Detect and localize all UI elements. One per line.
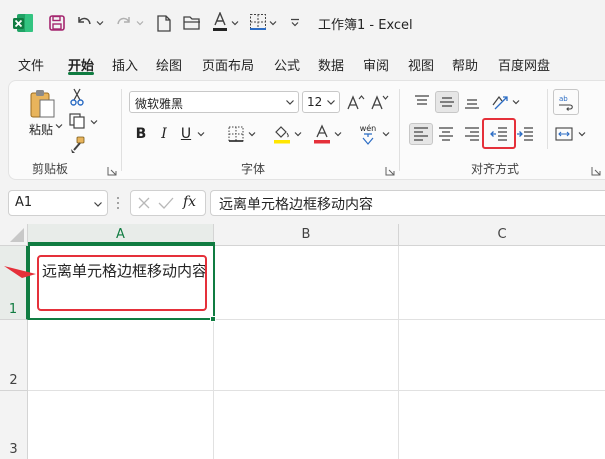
column-gridline (398, 246, 399, 459)
font-size-dropdown-icon[interactable] (326, 96, 336, 108)
text-color-icon[interactable] (311, 123, 333, 145)
tab-help[interactable]: 帮助 (452, 55, 478, 74)
tab-draw[interactable]: 绘图 (156, 55, 182, 74)
active-tab-indicator (68, 72, 94, 75)
row-header-1[interactable]: 1 (0, 246, 28, 320)
increase-indent-icon[interactable] (513, 123, 537, 145)
fill-color-icon[interactable] (271, 123, 293, 145)
phonetic-dropdown-icon[interactable] (381, 127, 391, 141)
bottom-align-icon[interactable] (461, 91, 483, 113)
underline-button[interactable]: U (176, 123, 196, 145)
border-icon[interactable] (225, 123, 247, 145)
enter-icon[interactable] (158, 196, 174, 210)
name-box[interactable]: A1 (8, 190, 108, 216)
fill-handle[interactable] (210, 316, 216, 322)
tab-page-layout[interactable]: 页面布局 (202, 55, 254, 74)
orientation-icon[interactable] (489, 90, 511, 114)
column-header-c[interactable]: C (399, 224, 605, 246)
open-folder-icon[interactable] (182, 13, 202, 33)
middle-align-icon[interactable] (435, 91, 459, 113)
increase-font-size-icon[interactable] (345, 91, 367, 113)
merge-dropdown-icon[interactable] (577, 127, 587, 141)
font-size-value: 12 (307, 95, 323, 109)
tab-file[interactable]: 文件 (18, 55, 44, 74)
top-align-icon[interactable] (411, 91, 433, 113)
formula-input[interactable]: 远离单元格边框移动内容 (210, 190, 605, 216)
select-all-corner[interactable] (0, 224, 28, 246)
paste-icon[interactable] (27, 87, 57, 121)
align-left-icon[interactable] (409, 123, 433, 145)
redo-icon[interactable] (114, 13, 134, 33)
svg-text:ab: ab (559, 95, 568, 103)
underline-dropdown-icon[interactable] (196, 127, 206, 141)
new-file-icon[interactable] (155, 13, 173, 33)
bold-button[interactable]: B (131, 123, 151, 145)
group-separator (547, 89, 548, 149)
formula-bar-splitter-icon[interactable] (116, 196, 122, 210)
font-name-combo[interactable]: 微软雅黑 (129, 91, 299, 113)
wrap-text-icon[interactable]: ab (553, 89, 579, 115)
font-name-dropdown-icon[interactable] (285, 96, 295, 108)
border-dropdown-icon[interactable] (247, 127, 257, 141)
customize-toolbar-icon[interactable] (288, 14, 302, 32)
title-bar: 工作簿1 - Excel (0, 0, 605, 46)
decrease-font-size-icon[interactable] (369, 91, 391, 113)
copy-dropdown-icon[interactable] (89, 115, 99, 129)
paste-label[interactable]: 粘贴 (29, 121, 53, 138)
name-box-dropdown-icon[interactable] (93, 198, 103, 208)
undo-dropdown-icon[interactable] (95, 14, 105, 32)
redo-dropdown-icon[interactable] (135, 14, 145, 32)
insert-function-button[interactable]: fx (183, 194, 196, 210)
undo-icon[interactable] (74, 13, 94, 33)
decrease-indent-highlight (482, 118, 516, 149)
align-right-icon[interactable] (461, 123, 483, 145)
borders-icon[interactable] (248, 12, 268, 32)
cancel-icon[interactable] (137, 196, 151, 210)
formula-bar: A1 fx 远离单元格边框移动内容 (0, 186, 605, 220)
column-header-b[interactable]: B (214, 224, 399, 246)
clipboard-launcher-icon[interactable] (107, 165, 117, 176)
cut-icon[interactable] (67, 87, 87, 107)
clipboard-group-label: 剪贴板 (32, 162, 69, 176)
borders-dropdown-icon[interactable] (268, 14, 278, 32)
row-header-3[interactable]: 3 (0, 391, 28, 459)
fill-color-dropdown-icon[interactable] (293, 127, 303, 141)
italic-button[interactable]: I (154, 123, 174, 145)
format-painter-icon[interactable] (67, 135, 87, 155)
paste-dropdown-icon[interactable] (54, 119, 64, 133)
excel-logo-icon (12, 12, 34, 34)
font-group-label: 字体 (241, 162, 266, 176)
font-size-combo[interactable]: 12 (302, 91, 340, 113)
cell-text-highlight (37, 255, 207, 311)
tab-data[interactable]: 数据 (318, 55, 344, 74)
orientation-dropdown-icon[interactable] (511, 95, 521, 109)
alignment-group-label: 对齐方式 (471, 162, 520, 176)
font-color-icon[interactable] (210, 11, 230, 33)
tab-view[interactable]: 视图 (408, 55, 434, 74)
tab-baidu-netdisk[interactable]: 百度网盘 (498, 55, 550, 74)
row-header-2[interactable]: 2 (0, 320, 28, 391)
ribbon-panel: 粘贴 剪贴板 微软雅黑 12 B I U wén 字体 对齐方式 ab (8, 80, 605, 180)
alignment-launcher-icon[interactable] (591, 165, 601, 176)
tab-formulas[interactable]: 公式 (274, 55, 300, 74)
align-center-icon[interactable] (435, 123, 457, 145)
text-color-dropdown-icon[interactable] (333, 127, 343, 141)
phonetic-guide-label: wén (359, 123, 377, 133)
phonetic-guide-button[interactable]: wén (355, 121, 381, 147)
pointer-arrow-icon (2, 262, 38, 282)
merge-center-icon[interactable] (553, 123, 575, 145)
group-separator (121, 89, 122, 171)
window-title: 工作簿1 - Excel (318, 18, 413, 33)
formula-actions: fx (130, 190, 206, 216)
tab-review[interactable]: 审阅 (363, 55, 389, 74)
name-box-value: A1 (15, 195, 33, 210)
copy-icon[interactable] (67, 111, 87, 131)
font-name-value: 微软雅黑 (135, 97, 184, 111)
tab-insert[interactable]: 插入 (112, 55, 138, 74)
row-gridline (28, 390, 605, 391)
save-icon[interactable] (47, 13, 67, 33)
font-color-dropdown-icon[interactable] (230, 14, 240, 32)
group-separator (399, 89, 400, 171)
font-launcher-icon[interactable] (385, 165, 395, 176)
